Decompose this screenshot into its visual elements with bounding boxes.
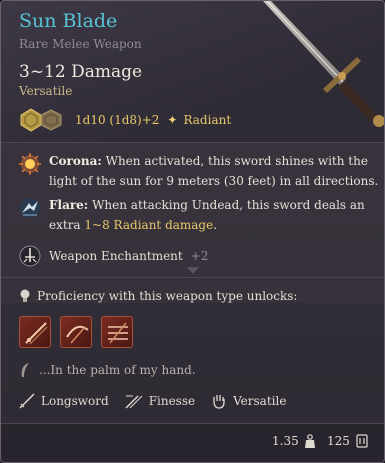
flare-icon	[20, 198, 40, 218]
effect-flare-name: Flare:	[49, 198, 89, 212]
lightbulb-icon	[20, 289, 30, 302]
proficiency-label: Proficiency with this weapon type unlock…	[37, 289, 298, 303]
damage-type: Radiant	[183, 113, 232, 127]
gold-value: 125	[327, 434, 350, 448]
property-versatile[interactable]: Versatile	[211, 393, 286, 409]
hand-icon	[213, 395, 225, 409]
radiant-icon: ✦	[167, 113, 178, 127]
effect-corona: Corona: When activated, this sword shine…	[19, 151, 378, 193]
chevron-down-icon	[187, 267, 199, 274]
effect-corona-text: Corona: When activated, this sword shine…	[49, 151, 379, 191]
finesse-icon	[125, 395, 143, 409]
weight-icon	[304, 434, 315, 448]
gold-coin-icon	[356, 434, 368, 448]
sunburst-icon	[19, 153, 41, 175]
item-rarity: Rare Melee Weapon	[19, 37, 142, 51]
property-finesse-label: Finesse	[148, 394, 196, 408]
divider	[1, 423, 384, 424]
property-longsword-label: Longsword	[41, 394, 109, 408]
item-weight: 1.35	[272, 434, 315, 448]
property-versatile-label: Versatile	[233, 394, 287, 408]
proficiency-actions	[19, 316, 133, 348]
lacerate-action-icon[interactable]	[101, 316, 133, 348]
weapon-tag: Versatile	[19, 84, 73, 98]
item-value: 125	[327, 434, 368, 448]
proficiency-heading: Proficiency with this weapon type unlock…	[19, 289, 297, 303]
item-name: Sun Blade	[19, 10, 118, 32]
property-longsword[interactable]: Longsword	[19, 393, 109, 409]
effect-flare: Flare: When attacking Undead, this sword…	[19, 195, 369, 237]
slash-action-icon[interactable]	[19, 316, 51, 348]
effect-flare-damage: 1~8 Radiant damage	[84, 218, 214, 232]
weapon-enchantment-row[interactable]: Weapon Enchantment +2	[19, 245, 208, 267]
enchantment-label: Weapon Enchantment	[49, 249, 183, 263]
item-tooltip: Sun Blade Rare Melee Weapon 3~12 Damage …	[0, 0, 385, 463]
effect-corona-name: Corona:	[49, 154, 102, 168]
flavor-row: ...In the palm of my hand.	[19, 362, 196, 378]
flavor-text: ...In the palm of my hand.	[39, 363, 196, 377]
dice-icon	[20, 108, 62, 132]
divider	[1, 277, 384, 278]
damage-dice-row: 1d10 (1d8)+2 ✦ Radiant	[19, 107, 231, 133]
property-finesse[interactable]: Finesse	[125, 393, 195, 409]
effect-flare-text: Flare: When attacking Undead, this sword…	[49, 195, 379, 235]
enchantment-value: +2	[190, 249, 209, 263]
weapon-properties: Longsword Finesse Versatile	[19, 393, 302, 409]
effect-flare-period: .	[213, 218, 218, 232]
damage-formula: 1d10 (1d8)+2	[75, 113, 160, 127]
feather-icon	[21, 363, 29, 377]
damage-range: 3~12 Damage	[19, 62, 143, 82]
longsword-icon	[19, 393, 35, 409]
weight-value: 1.35	[272, 434, 299, 448]
cleave-action-icon[interactable]	[60, 316, 92, 348]
sword-ring-icon	[19, 245, 41, 267]
